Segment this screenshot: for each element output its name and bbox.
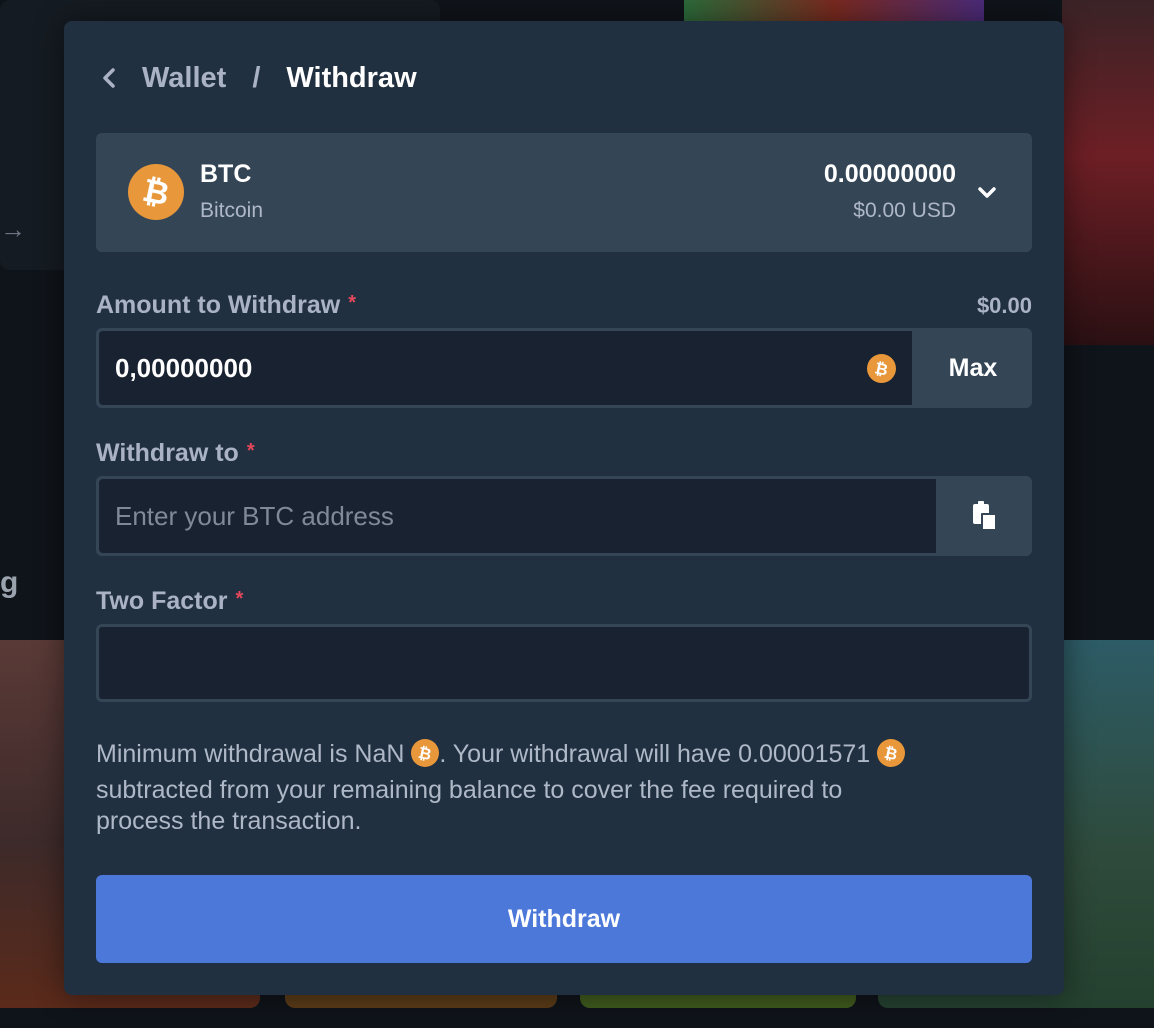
withdraw-to-label: Withdraw to * bbox=[96, 439, 255, 468]
bitcoin-icon: ₿ bbox=[411, 739, 440, 767]
two-factor-label: Two Factor * bbox=[96, 587, 243, 616]
currency-name: Bitcoin bbox=[200, 199, 264, 222]
background-text-fragment: g bbox=[0, 566, 19, 599]
bitcoin-icon: ₿ bbox=[128, 164, 184, 220]
paste-address-button[interactable] bbox=[936, 476, 1032, 556]
currency-selector[interactable]: ₿ BTC Bitcoin 0.00000000 $0.00 USD bbox=[96, 133, 1032, 252]
background-image bbox=[1062, 0, 1154, 345]
two-factor-label-text: Two Factor bbox=[96, 587, 228, 615]
withdraw-modal: Wallet / Withdraw ₿ BTC Bitcoin 0.000000… bbox=[64, 21, 1064, 995]
clipboard-icon bbox=[973, 501, 995, 529]
required-mark: * bbox=[348, 292, 356, 314]
amount-label-text: Amount to Withdraw bbox=[96, 291, 341, 319]
max-button-label: Max bbox=[948, 353, 998, 382]
notice-balance-text: subtracted from your remaining balance t… bbox=[96, 776, 843, 804]
chevron-left-icon[interactable] bbox=[102, 68, 122, 88]
withdraw-to-label-text: Withdraw to bbox=[96, 439, 239, 467]
background-banner bbox=[684, 0, 984, 22]
address-input-group: Enter your BTC address bbox=[96, 476, 1032, 556]
amount-input[interactable]: 0,00000000 ₿ bbox=[99, 331, 912, 405]
currency-balance-usd: $0.00 USD bbox=[853, 199, 956, 222]
address-input-placeholder: Enter your BTC address bbox=[115, 500, 394, 531]
notice-fee-text: . Your withdrawal will have 0.00001571 bbox=[439, 740, 871, 768]
notice-process-text: process the transaction. bbox=[96, 807, 362, 835]
withdrawal-fee-notice: Minimum withdrawal is NaN ₿ . Your withd… bbox=[96, 736, 1016, 834]
page-title: Withdraw bbox=[286, 61, 417, 94]
breadcrumb-separator: / bbox=[252, 61, 261, 94]
amount-label: Amount to Withdraw * bbox=[96, 291, 356, 320]
arrow-right-icon: → bbox=[0, 214, 26, 244]
bitcoin-icon: ₿ bbox=[867, 354, 896, 383]
chevron-down-icon bbox=[978, 187, 996, 198]
breadcrumb: Wallet / Withdraw bbox=[102, 61, 417, 95]
amount-input-value: 0,00000000 bbox=[115, 352, 253, 383]
required-mark: * bbox=[246, 440, 255, 462]
currency-code: BTC bbox=[200, 160, 252, 188]
max-button[interactable]: Max bbox=[914, 328, 1032, 408]
bitcoin-icon: ₿ bbox=[877, 739, 906, 767]
currency-balance: 0.00000000 bbox=[823, 160, 956, 188]
amount-input-group: 0,00000000 ₿ Max bbox=[96, 328, 1032, 408]
notice-minimum-text: Minimum withdrawal is NaN bbox=[96, 740, 405, 768]
withdraw-button[interactable]: Withdraw bbox=[96, 875, 1032, 963]
breadcrumb-wallet-link[interactable]: Wallet bbox=[142, 62, 226, 95]
amount-usd-value: $0.00 bbox=[976, 293, 1032, 318]
address-input[interactable]: Enter your BTC address bbox=[99, 479, 936, 553]
required-mark: * bbox=[235, 588, 244, 610]
two-factor-input[interactable] bbox=[96, 624, 1032, 702]
